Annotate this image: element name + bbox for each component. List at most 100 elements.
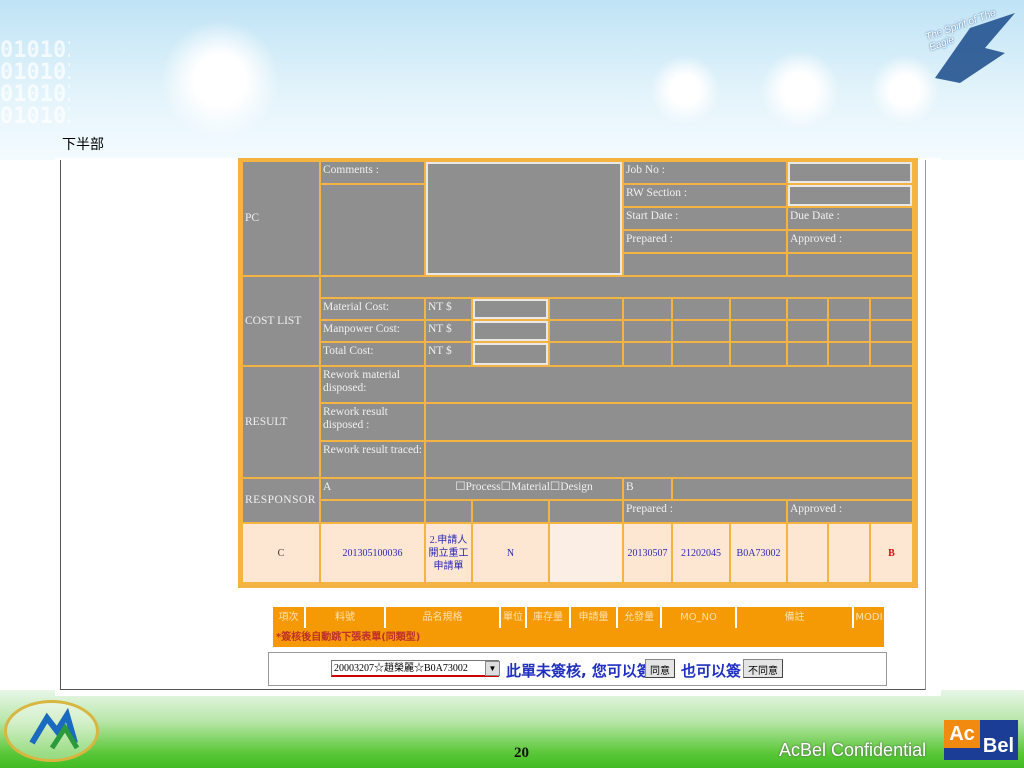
rework-material-disposed-value xyxy=(426,367,912,402)
auto-next-note: *簽核後自動跳下張表單(同類型) xyxy=(273,628,884,647)
responsor-empty xyxy=(426,501,471,522)
material-cost-label: Material Cost: xyxy=(321,299,424,319)
responsor-type-checkboxes: ☐Process☐Material☐Design xyxy=(426,479,622,499)
cost-cell xyxy=(829,299,869,319)
comments-empty xyxy=(321,185,424,275)
new-kinpo-value-logo xyxy=(4,700,99,762)
binary-decoration: 0101010010101001010100101010 xyxy=(0,40,70,128)
cost-cell xyxy=(788,321,827,341)
approval-panel: 20003207☆趙榮麗☆B0A73002 ▼ 此單未簽核, 您可以簽 同意 也… xyxy=(268,652,887,686)
approved-value xyxy=(788,254,912,275)
data-cell: 201305100036 xyxy=(321,524,424,582)
page-number: 20 xyxy=(514,745,529,761)
cost-header-row xyxy=(321,277,912,297)
cost-cell xyxy=(871,299,912,319)
material-cost-input[interactable] xyxy=(473,299,548,319)
detail-column-header: 備註 xyxy=(737,607,854,628)
detail-column-header: 項次 xyxy=(273,607,306,628)
slide-header-background xyxy=(0,0,1024,160)
cost-cell xyxy=(871,321,912,341)
rework-result-traced-value xyxy=(426,442,912,477)
manpower-cost-input[interactable] xyxy=(473,321,548,341)
responsor-approved-label: Approved : xyxy=(788,501,912,522)
rework-result-disposed-value xyxy=(426,404,912,440)
detail-table-header: 項次 料號 品名規格 單位 庫存量 申請量 允發量 MO_NO 備註 MODI xyxy=(273,607,884,628)
cost-cell xyxy=(624,299,671,319)
responsor-empty xyxy=(550,501,622,522)
responsor-label: RESPONSOR xyxy=(243,479,319,522)
data-cell xyxy=(788,524,827,582)
total-cost-label: Total Cost: xyxy=(321,343,424,365)
cost-cell xyxy=(624,321,671,341)
disagree-button[interactable]: 不同意 xyxy=(743,659,783,678)
cost-cell xyxy=(550,299,622,319)
cost-cell xyxy=(550,321,622,341)
data-cell: N xyxy=(473,524,548,582)
cost-cell xyxy=(731,321,786,341)
rw-section-label: RW Section : xyxy=(624,185,786,206)
cost-cell xyxy=(673,321,729,341)
data-cell: B0A73002 xyxy=(731,524,786,582)
manpower-cost-label: Manpower Cost: xyxy=(321,321,424,341)
cost-cell xyxy=(871,343,912,365)
job-no-label: Job No : xyxy=(624,162,786,183)
agree-button[interactable]: 同意 xyxy=(645,659,675,678)
start-date-label: Start Date : xyxy=(624,208,786,229)
due-date-label: Due Date : xyxy=(788,208,912,229)
confidential-label: AcBel Confidential xyxy=(779,740,927,760)
responsor-prepared-label: Prepared : xyxy=(624,501,786,522)
detail-column-header: 庫存量 xyxy=(527,607,571,628)
detail-column-header: MO_NO xyxy=(662,607,737,628)
rework-result-disposed-label: Rework result disposed : xyxy=(321,404,424,440)
rw-section-input[interactable] xyxy=(788,185,912,206)
prepared-value xyxy=(624,254,786,275)
cost-cell xyxy=(673,299,729,319)
detail-column-header: MODI xyxy=(855,612,883,623)
responsor-empty xyxy=(321,501,424,522)
comments-label: Comments : xyxy=(321,162,424,183)
currency-label: NT $ xyxy=(426,343,471,365)
responsor-b-label: B xyxy=(624,479,671,499)
responsor-b-value xyxy=(673,479,912,499)
cost-cell xyxy=(550,343,622,365)
cost-cell xyxy=(624,343,671,365)
cost-cell xyxy=(788,343,827,365)
unsigned-message: 此單未簽核, 您可以簽 xyxy=(506,662,652,680)
cost-list-label: COST LIST xyxy=(243,277,319,365)
eagle-logo: The Spirit of The Eagle xyxy=(915,8,1020,88)
acbel-logo: Ac Bel xyxy=(944,720,1018,760)
data-cell: 21202045 xyxy=(673,524,729,582)
data-cell xyxy=(829,524,869,582)
comments-input[interactable] xyxy=(426,162,622,275)
total-cost-input[interactable] xyxy=(473,343,548,365)
also-sign-message: 也可以簽 xyxy=(681,662,742,680)
detail-column-header: 料號 xyxy=(306,607,386,628)
rework-material-disposed-label: Rework material disposed: xyxy=(321,367,424,402)
cost-cell xyxy=(788,299,827,319)
cost-cell xyxy=(731,343,786,365)
process-checkbox[interactable]: ☐ xyxy=(455,481,465,493)
currency-label: NT $ xyxy=(426,321,471,341)
data-cell: C xyxy=(243,524,319,582)
design-checkbox[interactable]: ☐ xyxy=(550,481,560,493)
detail-column-header: 單位 xyxy=(501,607,527,628)
detail-column-header: 允發量 xyxy=(618,607,662,628)
rework-form: PC Comments : Job No : RW Section : Star… xyxy=(238,158,918,588)
responsor-empty xyxy=(473,501,548,522)
material-checkbox[interactable]: ☐ xyxy=(501,481,511,493)
approver-select[interactable]: 20003207☆趙榮麗☆B0A73002 xyxy=(331,660,499,677)
chevron-down-icon[interactable]: ▼ xyxy=(485,661,500,676)
currency-label: NT $ xyxy=(426,299,471,319)
slide-title: 下半部 xyxy=(62,138,104,153)
approved-label: Approved : xyxy=(788,231,912,252)
data-cell: 20130507 xyxy=(624,524,671,582)
prepared-label: Prepared : xyxy=(624,231,786,252)
data-cell xyxy=(550,524,622,582)
detail-column-header: 品名規格 xyxy=(386,607,501,628)
data-cell: B xyxy=(871,524,912,582)
detail-column-header: 申請量 xyxy=(571,607,618,628)
result-label: RESULT xyxy=(243,367,319,477)
cost-cell xyxy=(673,343,729,365)
job-no-input[interactable] xyxy=(788,162,912,183)
responsor-a-label: A xyxy=(321,479,424,499)
